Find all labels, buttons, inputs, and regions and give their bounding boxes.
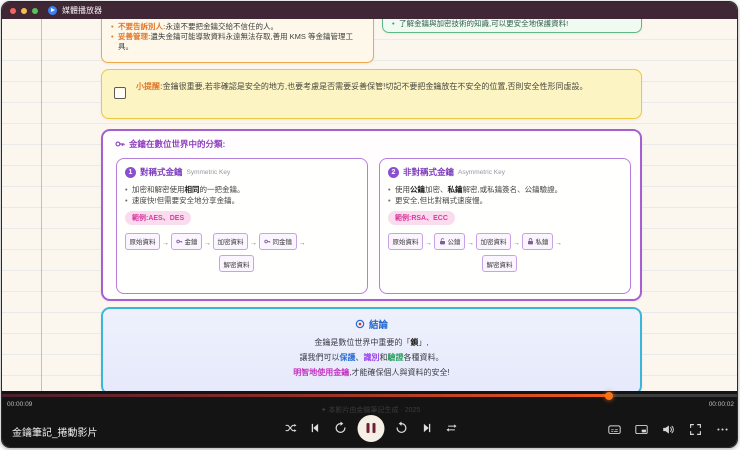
bullet-line: 加密和解密使用相同的一把金鑰。 <box>125 184 307 195</box>
reminder-note-box: 小提醒:金鑰很重要,若非確認是安全的地方,也要考慮是否需要妥善保管!切記不要把金… <box>101 69 642 119</box>
media-player-window: 媒體播放器 不要告訴別人:永遠不要把金鑰交給不信任的人。 妥善管理:遺失金鑰可能… <box>1 1 738 448</box>
flow-step-decrypted: 解密資料 <box>482 255 517 272</box>
arrow-icon <box>425 232 432 250</box>
flow-step-source: 原始資料 <box>125 232 160 250</box>
key-icon <box>115 139 125 149</box>
flow-step-encrypted: 加密資料 <box>213 232 248 250</box>
play-pause-button[interactable] <box>357 414 384 442</box>
fullscreen-button[interactable] <box>687 421 703 437</box>
arrow-icon <box>250 232 257 250</box>
progress-knob[interactable] <box>604 391 613 400</box>
warning-item: 妥善管理:遺失金鑰可能導致資料永遠無法存取,善用 KMS 等金鑰管理工具。 <box>111 32 364 52</box>
card-subtitle: Asymmetric Key <box>458 168 505 176</box>
pause-icon <box>366 423 375 433</box>
example-badge: 範例:AES、DES <box>125 211 192 225</box>
flow-diagram: 原始資料 金鑰 加密資料 同金鑰 <box>125 232 359 250</box>
flow-step-key: 金鑰 <box>171 232 202 250</box>
flow-diagram: 原始資料 公鑰 加密資料 私鑰 <box>388 232 622 250</box>
close-button[interactable] <box>10 7 16 14</box>
key-icon <box>175 239 182 243</box>
symmetric-key-card: 1 對稱式金鑰 Symmetric Key 加密和解密使用相同的一把金鑰。 速度… <box>116 158 368 294</box>
tip-note-box: 了解金鑰與加密技術的知識,可以更安全地保護資料! <box>382 19 642 33</box>
notebook-margin-line <box>41 19 42 391</box>
arrow-icon <box>162 232 169 250</box>
asymmetric-card-title: 2 非對稱式金鑰 Asymmetric Key <box>388 166 622 178</box>
card-name: 對稱式金鑰 <box>140 167 183 177</box>
arrow-icon <box>467 232 474 250</box>
example-badge: 範例:RSA、ECC <box>388 211 455 225</box>
player-controls: 00:00:09 00:00:02 ✦ 本影片由金鑰筆記生成 · 2025 金鑰… <box>2 391 737 447</box>
classification-box: 金鑰在數位世界中的分類: 1 對稱式金鑰 Symmetric Key 加密和解密… <box>101 129 642 301</box>
progress-fill <box>2 394 609 397</box>
number-badge: 1 <box>125 166 136 178</box>
tip-text: 了解金鑰與加密技術的知識,可以更安全地保護資料! <box>392 19 632 29</box>
minimize-button[interactable] <box>21 7 27 14</box>
symmetric-card-title: 1 對稱式金鑰 Symmetric Key <box>125 166 359 178</box>
flow-step-decrypted: 解密資料 <box>219 255 254 272</box>
unlock-icon <box>439 237 445 244</box>
zoom-button[interactable] <box>32 7 38 14</box>
progress-bar[interactable] <box>2 391 737 400</box>
more-button[interactable] <box>714 421 730 437</box>
conclusion-line: 讓我們可以保護、識別和驗證各種資料。 <box>299 353 444 362</box>
video-canvas[interactable]: 不要告訴別人:永遠不要把金鑰交給不信任的人。 妥善管理:遺失金鑰可能導致資料永遠… <box>2 19 737 391</box>
arrow-icon <box>555 232 562 250</box>
arrow-icon <box>204 232 211 250</box>
reminder-checkbox <box>114 87 126 99</box>
volume-button[interactable] <box>660 421 676 437</box>
card-name: 非對稱式金鑰 <box>403 167 455 177</box>
flow-step-privatekey: 私鑰 <box>522 232 553 250</box>
conclusion-title-text: 結論 <box>368 320 388 331</box>
previous-button[interactable] <box>307 420 323 436</box>
flow-step-encrypted: 加密資料 <box>476 232 511 250</box>
lock-icon <box>527 237 533 244</box>
app-title: 媒體播放器 <box>62 6 102 15</box>
bullet-line: 速度快!但需要安全地分享金鑰。 <box>125 195 307 206</box>
classification-heading: 金鑰在數位世界中的分類: <box>115 138 225 150</box>
arrow-icon <box>299 232 306 250</box>
pip-button[interactable] <box>633 421 649 437</box>
media-title: 金鑰筆記_捲動影片 <box>12 428 98 439</box>
conclusion-box: 結論 金鑰是數位世界中重要的「鎖」, 讓我們可以保護、識別和驗證各種資料。 明智… <box>101 307 642 391</box>
flow-step-publickey: 公鑰 <box>434 232 465 250</box>
secondary-controls <box>606 421 730 437</box>
key-icon <box>263 239 270 243</box>
titlebar: 媒體播放器 <box>2 2 737 19</box>
classification-heading-text: 金鑰在數位世界中的分類: <box>129 139 226 149</box>
rewind-button[interactable] <box>332 420 348 436</box>
captions-button[interactable] <box>606 421 622 437</box>
card-subtitle: Symmetric Key <box>186 168 231 176</box>
shuffle-button[interactable] <box>282 420 298 436</box>
transport-controls <box>282 414 459 442</box>
conclusion-line: 金鑰是數位世界中重要的「鎖」, <box>314 338 429 347</box>
reminder-text: 小提醒:金鑰很重要,若非確認是安全的地方,也要考慮是否需要妥善保管!切記不要把金… <box>136 82 588 91</box>
flow-step-samekey: 同金鑰 <box>259 232 297 250</box>
arrow-icon <box>513 232 520 250</box>
number-badge: 2 <box>388 166 399 178</box>
bullet-line: 使用公鑰加密、私鑰解密,或私鑰簽名、公鑰驗證。 <box>388 184 570 195</box>
conclusion-title: 結論 <box>103 317 640 331</box>
flow-step-source: 原始資料 <box>388 232 423 250</box>
target-icon <box>355 319 365 329</box>
play-app-icon <box>48 6 57 15</box>
warning-note-box: 不要告訴別人:永遠不要把金鑰交給不信任的人。 妥善管理:遺失金鑰可能導致資料永遠… <box>101 19 374 63</box>
repeat-button[interactable] <box>443 420 459 436</box>
asymmetric-key-card: 2 非對稱式金鑰 Asymmetric Key 使用公鑰加密、私鑰解密,或私鑰簽… <box>379 158 631 294</box>
warning-item: 不要告訴別人:永遠不要把金鑰交給不信任的人。 <box>111 22 364 32</box>
bullet-line: 更安全,但比對稱式速度慢。 <box>388 195 570 206</box>
conclusion-line: 明智地使用金鑰,才能確保個人與資料的安全! <box>293 368 450 377</box>
next-button[interactable] <box>418 420 434 436</box>
forward-button[interactable] <box>393 420 409 436</box>
